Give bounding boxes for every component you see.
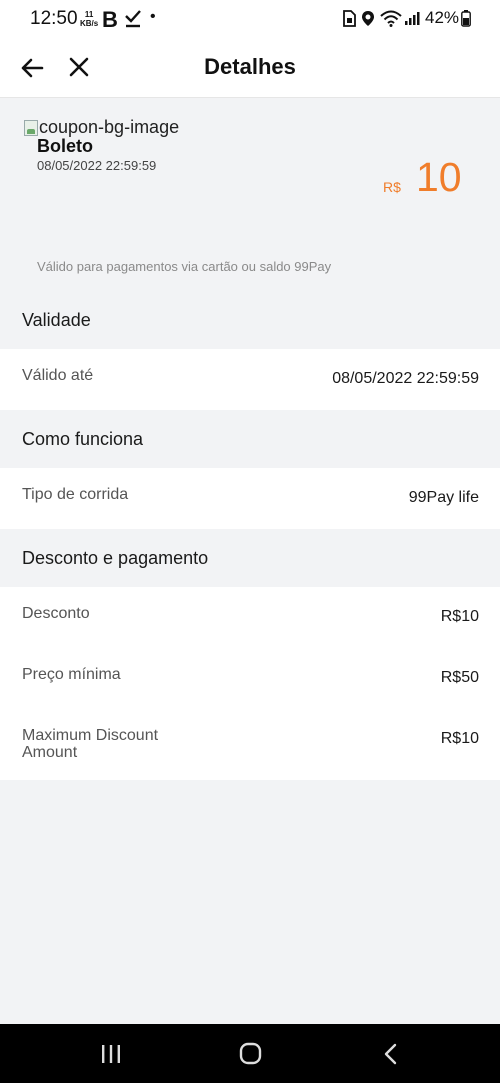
arrow-left-icon[interactable] xyxy=(18,54,46,82)
discount-payment-card: Desconto R$10 Preço mínima R$50 Maximum … xyxy=(0,587,500,780)
section-header-how-it-works: Como funciona xyxy=(0,410,500,468)
coupon-note: Válido para pagamentos via cartão ou sal… xyxy=(37,259,332,274)
coupon-bg-image: coupon-bg-image xyxy=(24,117,179,138)
system-navigation-bar xyxy=(0,1024,500,1083)
battery-icon xyxy=(461,10,471,27)
top-navigation-bar: Detalhes xyxy=(0,38,500,98)
validity-card: Válido até 08/05/2022 22:59:59 xyxy=(0,349,500,410)
app-root: 12:50 11 KB/s B • 42% Detalhes coupon-bg… xyxy=(0,0,500,1083)
row-value-discount: R$10 xyxy=(440,608,479,625)
battery-percentage: 42% xyxy=(425,8,460,27)
row-label-minimum-price: Preço mínima xyxy=(22,666,121,683)
close-icon[interactable] xyxy=(66,54,92,80)
row-value-max-discount: R$10 xyxy=(440,730,479,747)
location-icon xyxy=(362,11,374,26)
row-label-max-discount: Maximum Discount Amount xyxy=(22,727,159,761)
home-icon[interactable] xyxy=(239,1042,262,1065)
row-label-ride-type: Tipo de corrida xyxy=(22,486,129,503)
detail-row: Válido até 08/05/2022 22:59:59 xyxy=(0,349,500,410)
detail-row: Desconto R$10 xyxy=(0,587,500,648)
recent-apps-icon[interactable] xyxy=(100,1044,122,1064)
broken-image-icon xyxy=(24,119,38,136)
detail-row: Tipo de corrida 99Pay life xyxy=(0,468,500,529)
row-value-valid-until: 08/05/2022 22:59:59 xyxy=(332,370,479,387)
detail-row: Preço mínima R$50 xyxy=(0,648,500,709)
how-it-works-card: Tipo de corrida 99Pay life xyxy=(0,468,500,529)
row-value-minimum-price: R$50 xyxy=(440,669,479,686)
network-speed-value: 11 xyxy=(84,10,94,19)
status-bar: 12:50 11 KB/s B • 42% xyxy=(0,0,500,38)
section-header-discount-payment: Desconto e pagamento xyxy=(0,529,500,587)
dot-icon: • xyxy=(150,8,156,25)
row-value-ride-type: 99Pay life xyxy=(408,489,479,506)
signal-icon xyxy=(405,12,420,25)
sim-icon xyxy=(343,10,356,27)
section-header-validity: Validade xyxy=(0,291,500,349)
coupon-summary: coupon-bg-image Boleto 08/05/2022 22:59:… xyxy=(0,99,500,291)
coupon-title: Boleto xyxy=(37,136,93,156)
back-icon[interactable] xyxy=(383,1043,399,1065)
row-label-discount: Desconto xyxy=(22,605,90,622)
check-icon xyxy=(125,10,141,28)
wifi-icon xyxy=(380,10,402,27)
network-speed-unit: KB/s xyxy=(80,19,99,28)
b-app-icon: B xyxy=(102,7,118,32)
network-speed-indicator: 11 KB/s xyxy=(80,10,98,28)
coupon-amount: 10 xyxy=(416,154,462,200)
coupon-image-alt-text: coupon-bg-image xyxy=(39,117,180,137)
detail-row: Maximum Discount Amount R$10 xyxy=(0,709,500,770)
status-time: 12:50 xyxy=(30,8,78,29)
row-label-valid-until: Válido até xyxy=(22,367,94,384)
coupon-date: 08/05/2022 22:59:59 xyxy=(37,158,157,173)
coupon-currency: R$ xyxy=(383,179,401,195)
